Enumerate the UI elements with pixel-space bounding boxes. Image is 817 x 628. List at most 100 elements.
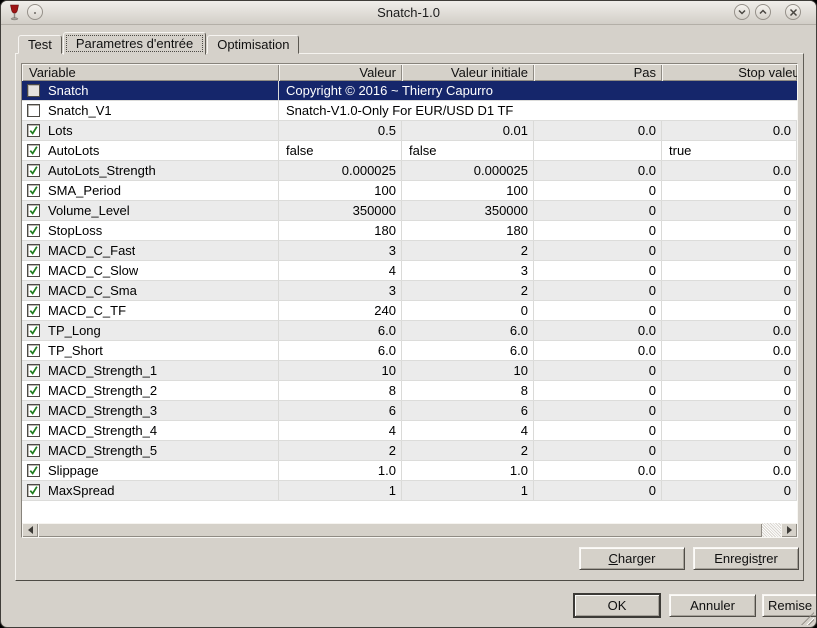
checkbox-checked-icon[interactable] [27, 344, 40, 357]
table-row[interactable]: MACD_Strength_36600 [22, 401, 797, 421]
value-cell[interactable]: 0.0 [534, 161, 662, 180]
checkbox-checked-icon[interactable] [27, 184, 40, 197]
value-cell[interactable]: 2 [402, 441, 534, 460]
table-row[interactable]: Volume_Level35000035000000 [22, 201, 797, 221]
value-cell[interactable]: 6.0 [402, 341, 534, 360]
enregistrer-button[interactable]: Enregistrer [693, 547, 799, 570]
value-cell[interactable]: 0 [662, 421, 797, 440]
checkbox-checked-icon[interactable] [27, 144, 40, 157]
checkbox-checked-icon[interactable] [27, 164, 40, 177]
value-cell[interactable]: 0 [534, 441, 662, 460]
value-cell[interactable]: 0 [662, 381, 797, 400]
table-row[interactable]: MACD_Strength_52200 [22, 441, 797, 461]
chevron-down-icon[interactable] [734, 4, 750, 20]
column-header-variable[interactable]: Variable [22, 64, 279, 81]
value-cell[interactable]: false [402, 141, 534, 160]
table-row[interactable]: MACD_C_Slow4300 [22, 261, 797, 281]
value-cell[interactable]: 8 [279, 381, 402, 400]
table-row[interactable]: MACD_C_Fast3200 [22, 241, 797, 261]
value-cell[interactable]: 6 [402, 401, 534, 420]
value-cell[interactable]: 4 [279, 261, 402, 280]
column-header-stop-valeur[interactable]: Stop valeur [662, 64, 797, 81]
value-cell[interactable]: 2 [402, 281, 534, 300]
value-cell[interactable]: 1 [279, 481, 402, 500]
value-cell[interactable]: 0.0 [662, 121, 797, 140]
checkbox-checked-icon[interactable] [27, 404, 40, 417]
value-cell[interactable]: 0 [662, 261, 797, 280]
table-row[interactable]: MaxSpread1100 [22, 481, 797, 501]
value-cell[interactable]: 6.0 [402, 321, 534, 340]
value-cell[interactable]: 0 [534, 401, 662, 420]
charger-button[interactable]: Charger [579, 547, 685, 570]
value-cell[interactable]: 0 [534, 381, 662, 400]
value-cell[interactable]: 0 [534, 181, 662, 200]
value-cell[interactable]: 8 [402, 381, 534, 400]
table-row[interactable]: MACD_Strength_44400 [22, 421, 797, 441]
value-cell[interactable]: 0 [662, 481, 797, 500]
column-header-pas[interactable]: Pas [534, 64, 662, 81]
scroll-left-icon[interactable] [22, 523, 38, 537]
value-cell[interactable]: 0 [662, 301, 797, 320]
value-cell[interactable] [534, 141, 662, 160]
value-cell[interactable]: 0.0 [534, 461, 662, 480]
table-row[interactable]: TP_Long6.06.00.00.0 [22, 321, 797, 341]
value-cell[interactable]: 1.0 [402, 461, 534, 480]
value-cell[interactable]: 0.000025 [279, 161, 402, 180]
value-cell[interactable]: true [662, 141, 797, 160]
value-cell[interactable]: 0 [662, 221, 797, 240]
table-row[interactable]: SMA_Period10010000 [22, 181, 797, 201]
value-cell[interactable]: 6 [279, 401, 402, 420]
value-cell[interactable]: 4 [279, 421, 402, 440]
value-cell[interactable]: 0 [534, 361, 662, 380]
table-row[interactable]: Snatch_V1Snatch-V1.0-Only For EUR/USD D1… [22, 101, 797, 121]
value-cell[interactable]: 100 [279, 181, 402, 200]
checkbox-checked-icon[interactable] [27, 444, 40, 457]
annuler-button[interactable]: Annuler [669, 594, 756, 617]
scrollbar-thumb[interactable] [38, 523, 762, 537]
checkbox-checked-icon[interactable] [27, 244, 40, 257]
value-cell[interactable]: 3 [402, 261, 534, 280]
table-row[interactable]: MACD_C_Sma3200 [22, 281, 797, 301]
checkbox-checked-icon[interactable] [27, 304, 40, 317]
value-cell[interactable]: 2 [402, 241, 534, 260]
table-row[interactable]: MACD_Strength_1101000 [22, 361, 797, 381]
table-row[interactable]: SnatchCopyright © 2016 ~ Thierry Capurro [22, 81, 797, 101]
table-row[interactable]: MACD_C_TF240000 [22, 301, 797, 321]
value-cell[interactable]: 0 [662, 241, 797, 260]
value-cell[interactable]: 2 [279, 441, 402, 460]
value-cell[interactable]: false [279, 141, 402, 160]
titlebar[interactable]: Snatch-1.0 [1, 1, 816, 25]
checkbox-checked-icon[interactable] [27, 264, 40, 277]
value-cell[interactable]: 4 [402, 421, 534, 440]
tab-test[interactable]: Test [18, 35, 62, 54]
value-cell[interactable]: 0.5 [279, 121, 402, 140]
value-cell[interactable]: 0 [662, 441, 797, 460]
value-cell[interactable]: 0.0 [662, 321, 797, 340]
value-cell[interactable]: 0.000025 [402, 161, 534, 180]
value-cell[interactable]: 0 [534, 221, 662, 240]
checkbox-checked-icon[interactable] [27, 124, 40, 137]
value-cell[interactable]: 6.0 [279, 341, 402, 360]
value-cell[interactable]: 1 [402, 481, 534, 500]
table-row[interactable]: StopLoss18018000 [22, 221, 797, 241]
value-cell[interactable]: 6.0 [279, 321, 402, 340]
table-row[interactable]: MACD_Strength_28800 [22, 381, 797, 401]
close-icon[interactable] [785, 4, 801, 20]
scroll-right-icon[interactable] [781, 523, 797, 537]
table-row[interactable]: Slippage1.01.00.00.0 [22, 461, 797, 481]
value-cell[interactable]: 0.01 [402, 121, 534, 140]
value-cell[interactable]: 180 [279, 221, 402, 240]
value-cell[interactable]: 3 [279, 281, 402, 300]
checkbox-checked-icon[interactable] [27, 424, 40, 437]
horizontal-scrollbar[interactable] [22, 523, 797, 537]
table-row[interactable]: AutoLots_Strength0.0000250.0000250.00.0 [22, 161, 797, 181]
checkbox-checked-icon[interactable] [27, 204, 40, 217]
table-row[interactable]: AutoLotsfalsefalsetrue [22, 141, 797, 161]
value-cell[interactable]: 0.0 [534, 121, 662, 140]
checkbox-checked-icon[interactable] [27, 384, 40, 397]
checkbox-unchecked-icon[interactable] [27, 84, 40, 97]
remise-a-zero-button[interactable]: Remise a zéro [762, 594, 817, 617]
checkbox-checked-icon[interactable] [27, 364, 40, 377]
value-cell[interactable]: 350000 [402, 201, 534, 220]
value-cell[interactable]: 10 [402, 361, 534, 380]
